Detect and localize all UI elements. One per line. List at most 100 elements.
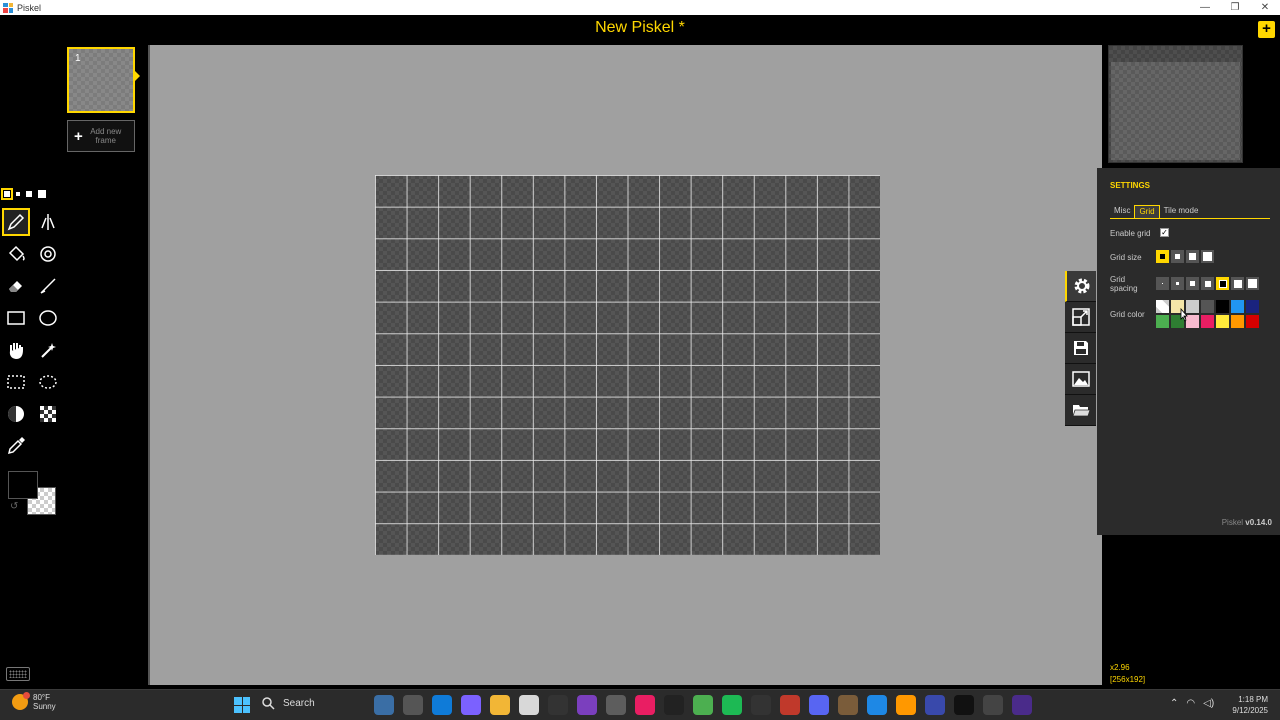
start-button[interactable] bbox=[234, 697, 250, 713]
settings-button[interactable] bbox=[1065, 271, 1096, 302]
grid-size-4[interactable] bbox=[1201, 250, 1214, 263]
add-new-frame-button[interactable]: + Add new frame bbox=[67, 120, 135, 152]
save-button[interactable] bbox=[1065, 333, 1096, 364]
import-button[interactable] bbox=[1065, 395, 1096, 426]
tab-grid[interactable]: Grid bbox=[1134, 205, 1160, 218]
taskbar-app-icon[interactable] bbox=[403, 695, 423, 715]
rectangle-tool[interactable] bbox=[2, 304, 30, 332]
close-button[interactable]: ✕ bbox=[1250, 0, 1280, 15]
rectangle-selection-tool[interactable] bbox=[2, 368, 30, 396]
checker-icon bbox=[40, 406, 56, 422]
resize-icon bbox=[1071, 308, 1090, 326]
minimize-button[interactable]: — bbox=[1190, 0, 1220, 15]
version-label: Piskel v0.14.0 bbox=[1221, 518, 1272, 527]
taskbar-app-icon[interactable] bbox=[838, 695, 858, 715]
grid-color-swatch[interactable] bbox=[1216, 315, 1229, 328]
grid-color-swatch[interactable] bbox=[1231, 315, 1244, 328]
taskbar-app-icon[interactable] bbox=[925, 695, 945, 715]
export-button[interactable] bbox=[1065, 364, 1096, 395]
paint-bucket-icon bbox=[8, 245, 25, 262]
paint-same-color-tool[interactable] bbox=[34, 240, 62, 268]
swap-colors-icon[interactable]: ↺ bbox=[10, 501, 18, 512]
pen-size-3[interactable] bbox=[25, 190, 33, 198]
pen-size-2[interactable] bbox=[15, 191, 21, 197]
dithering-tool[interactable] bbox=[34, 400, 62, 428]
grid-spacing-6[interactable] bbox=[1231, 277, 1244, 290]
grid-color-swatch[interactable] bbox=[1201, 300, 1214, 313]
taskbar-app-icon[interactable] bbox=[490, 695, 510, 715]
taskbar-app-icon[interactable] bbox=[374, 695, 394, 715]
taskbar-app-icon[interactable] bbox=[1012, 695, 1032, 715]
grid-spacing-3[interactable] bbox=[1186, 277, 1199, 290]
taskbar-app-icon[interactable] bbox=[751, 695, 771, 715]
taskbar-app-icon[interactable] bbox=[983, 695, 1003, 715]
animation-preview[interactable] bbox=[1108, 45, 1243, 163]
stroke-tool[interactable] bbox=[34, 272, 62, 300]
grid-spacing-4[interactable] bbox=[1201, 277, 1214, 290]
taskbar-app-icon[interactable] bbox=[519, 695, 539, 715]
lasso-selection-tool[interactable] bbox=[34, 368, 62, 396]
grid-size-3[interactable] bbox=[1186, 250, 1199, 263]
grid-color-swatch[interactable] bbox=[1246, 315, 1259, 328]
taskbar-app-icon[interactable] bbox=[432, 695, 452, 715]
shape-selection-tool[interactable] bbox=[34, 336, 62, 364]
taskbar-app-icon[interactable] bbox=[780, 695, 800, 715]
grid-spacing-2[interactable] bbox=[1171, 277, 1184, 290]
new-piskel-button[interactable]: + bbox=[1258, 21, 1275, 38]
wifi-icon[interactable]: ◠ bbox=[1186, 698, 1195, 709]
taskbar-app-icon[interactable] bbox=[954, 695, 974, 715]
taskbar-app-icon[interactable] bbox=[577, 695, 597, 715]
search-label: Search bbox=[283, 697, 315, 709]
pen-size-1[interactable] bbox=[1, 188, 13, 200]
grid-color-swatch[interactable] bbox=[1201, 315, 1214, 328]
paint-bucket-tool[interactable] bbox=[2, 240, 30, 268]
move-tool[interactable] bbox=[2, 336, 30, 364]
taskbar-app-icon[interactable] bbox=[896, 695, 916, 715]
grid-spacing-5[interactable] bbox=[1216, 277, 1229, 290]
taskbar-clock[interactable]: 1:18 PM 9/12/2025 bbox=[1232, 694, 1268, 716]
resize-button[interactable] bbox=[1065, 302, 1096, 333]
taskbar-app-icon[interactable] bbox=[635, 695, 655, 715]
tab-misc[interactable]: Misc bbox=[1110, 205, 1134, 218]
taskbar-app-icon[interactable] bbox=[606, 695, 626, 715]
grid-color-swatch[interactable] bbox=[1156, 315, 1169, 328]
grid-color-swatch[interactable] bbox=[1156, 300, 1169, 313]
floppy-disk-icon bbox=[1073, 341, 1088, 355]
lighten-tool[interactable] bbox=[2, 400, 30, 428]
canvas-area bbox=[148, 45, 1102, 685]
piskel-title[interactable]: New Piskel * bbox=[0, 19, 1280, 37]
grid-size-1[interactable] bbox=[1156, 250, 1169, 263]
circle-tool[interactable] bbox=[34, 304, 62, 332]
tab-tile-mode[interactable]: Tile mode bbox=[1160, 205, 1203, 218]
taskbar-app-icon[interactable] bbox=[722, 695, 742, 715]
pen-tool[interactable] bbox=[2, 208, 30, 236]
frame-thumbnail[interactable]: 1 bbox=[67, 47, 135, 113]
taskbar-search[interactable]: Search bbox=[261, 696, 315, 710]
weather-widget[interactable]: 80°F Sunny bbox=[12, 692, 56, 711]
search-icon bbox=[262, 697, 275, 710]
vertical-mirror-pen-tool[interactable] bbox=[34, 208, 62, 236]
drawing-canvas[interactable] bbox=[375, 175, 880, 555]
taskbar-app-icon[interactable] bbox=[693, 695, 713, 715]
maximize-button[interactable]: ❐ bbox=[1220, 0, 1250, 15]
grid-color-swatch[interactable] bbox=[1231, 300, 1244, 313]
color-picker-tool[interactable] bbox=[2, 432, 30, 460]
enable-grid-checkbox[interactable]: ✓ bbox=[1160, 228, 1169, 237]
taskbar-app-icon[interactable] bbox=[461, 695, 481, 715]
taskbar-app-icon[interactable] bbox=[548, 695, 568, 715]
rectangle-icon bbox=[7, 311, 25, 325]
keyboard-shortcuts-icon[interactable] bbox=[6, 667, 30, 681]
tray-chevron-icon[interactable]: ⌃ bbox=[1170, 698, 1178, 709]
taskbar-app-icon[interactable] bbox=[867, 695, 887, 715]
grid-color-swatch[interactable] bbox=[1246, 300, 1259, 313]
grid-spacing-1[interactable] bbox=[1156, 277, 1169, 290]
grid-spacing-7[interactable] bbox=[1246, 277, 1259, 290]
volume-icon[interactable]: ◁) bbox=[1203, 698, 1214, 709]
taskbar-app-icon[interactable] bbox=[809, 695, 829, 715]
grid-size-2[interactable] bbox=[1171, 250, 1184, 263]
primary-color-swatch[interactable] bbox=[8, 471, 38, 499]
pen-size-4[interactable] bbox=[37, 189, 47, 199]
eraser-tool[interactable] bbox=[2, 272, 30, 300]
grid-color-swatch[interactable] bbox=[1216, 300, 1229, 313]
taskbar-app-icon[interactable] bbox=[664, 695, 684, 715]
